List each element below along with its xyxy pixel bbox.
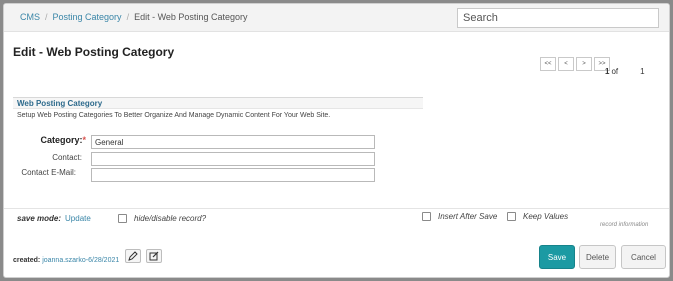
save-mode-label: save mode: — [17, 214, 62, 223]
search-input[interactable] — [457, 8, 659, 28]
breadcrumb-cms[interactable]: CMS — [20, 12, 40, 22]
required-mark: * — [82, 135, 86, 145]
keep-values-option: Keep Values — [507, 212, 568, 221]
hide-record-option: hide/disable record? — [118, 214, 206, 223]
edit-pen-button[interactable] — [125, 249, 141, 263]
keep-values-checkbox[interactable] — [507, 212, 516, 221]
insert-after-save-label: Insert After Save — [438, 212, 498, 221]
section-header: Web Posting Category — [13, 97, 423, 109]
breadcrumb-current: Edit - Web Posting Category — [134, 12, 248, 22]
edit-note-icon — [149, 251, 159, 261]
pager-of-label: of — [611, 67, 619, 76]
hide-record-checkbox[interactable] — [118, 214, 127, 223]
save-mode-value[interactable]: Update — [65, 214, 91, 223]
hide-record-label: hide/disable record? — [134, 214, 207, 223]
breadcrumb-separator: / — [45, 12, 48, 22]
record-pager: << < > >> — [540, 57, 612, 71]
pager-first-button[interactable]: << — [540, 57, 556, 71]
record-information-link[interactable]: record information — [600, 222, 648, 228]
edit-window: CMS / Posting Category / Edit - Web Posting … — [3, 3, 670, 278]
category-label-text: Category: — [40, 135, 83, 145]
cancel-button[interactable]: Cancel — [621, 245, 666, 269]
footer-divider — [4, 208, 669, 209]
created-label: created: — [13, 257, 41, 264]
section-title: Web Posting Category — [17, 99, 103, 108]
category-label: Category:* — [30, 135, 86, 145]
top-bar: CMS / Posting Category / Edit - Web Posting … — [4, 4, 669, 32]
breadcrumb-separator: / — [126, 12, 130, 22]
breadcrumb: CMS / Posting Category / Edit - Web Posting … — [20, 12, 247, 22]
contact-email-field[interactable] — [91, 168, 375, 182]
insert-after-save-option: Insert After Save — [422, 212, 497, 221]
pager-total: 1 — [640, 67, 645, 76]
save-mode: save mode: Update — [17, 214, 91, 223]
save-button[interactable]: Save — [539, 245, 575, 269]
created-value: joanna.szarko-6/28/2021 — [42, 257, 120, 264]
pager-current: 1 — [605, 67, 610, 76]
edit-note-button[interactable] — [146, 249, 162, 263]
pager-prev-button[interactable]: < — [558, 57, 574, 71]
section-description: Setup Web Posting Categories To Better O… — [17, 112, 331, 119]
pager-info: 1 of 1 — [605, 67, 645, 76]
page-title: Edit - Web Posting Category — [13, 45, 175, 59]
contact-label: Contact: — [52, 153, 82, 162]
category-field[interactable] — [91, 135, 375, 149]
contact-email-label: Contact E-Mail: — [21, 168, 76, 177]
pager-next-button[interactable]: > — [576, 57, 592, 71]
keep-values-label: Keep Values — [523, 212, 569, 221]
insert-after-save-checkbox[interactable] — [422, 212, 431, 221]
contact-field[interactable] — [91, 152, 375, 166]
breadcrumb-posting-category[interactable]: Posting Category — [53, 12, 122, 22]
delete-button[interactable]: Delete — [579, 245, 616, 269]
pen-icon — [128, 251, 138, 261]
created-info: created: joanna.szarko-6/28/2021 — [13, 257, 119, 264]
